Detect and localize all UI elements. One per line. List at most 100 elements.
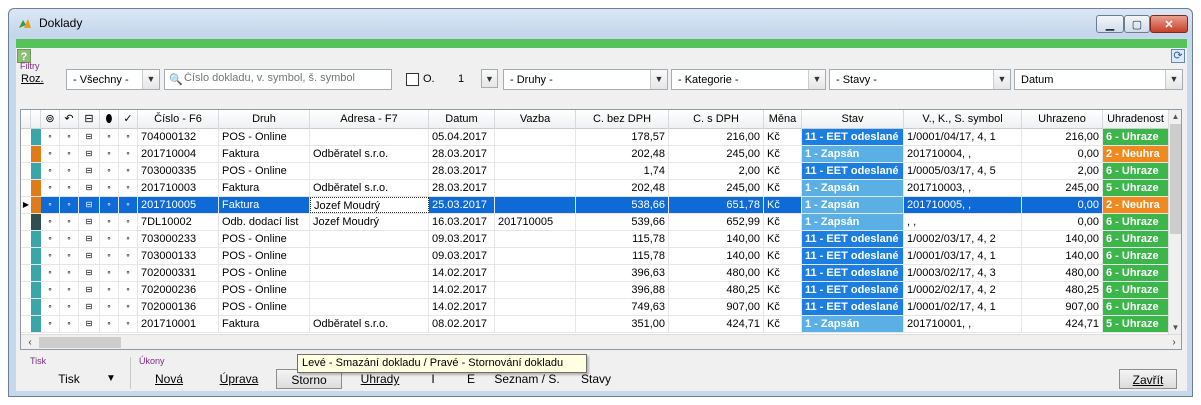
- cell-adresa[interactable]: [310, 282, 429, 298]
- cell-mena[interactable]: Kč: [764, 214, 802, 230]
- cell-adresa[interactable]: [310, 248, 429, 264]
- cell-stav[interactable]: 11 - EET odeslané: [802, 265, 904, 281]
- cell-cislo[interactable]: 201710004: [138, 146, 219, 162]
- cell-s[interactable]: 140,00: [669, 231, 764, 247]
- cell-symbol[interactable]: 1/0001/02/17, 4, 1: [904, 299, 1022, 315]
- cell-adresa[interactable]: [310, 231, 429, 247]
- row-marker-icon[interactable]: ∘: [100, 214, 119, 230]
- table-row[interactable]: ∘ ∘ ⊟ ∘ ∘ 702000236 POS - Online 14.02.2017 396,…: [21, 282, 1169, 299]
- cell-adresa[interactable]: [310, 163, 429, 179]
- row-marker-icon[interactable]: ⊟: [79, 282, 100, 298]
- cell-s[interactable]: 2,00: [669, 163, 764, 179]
- cell-druh[interactable]: POS - Online: [219, 248, 310, 264]
- cell-cislo[interactable]: 201710001: [138, 316, 219, 332]
- horizontal-scroll-thumb[interactable]: [39, 337, 121, 348]
- tisk-dropdown-icon[interactable]: ▼: [104, 369, 118, 389]
- cell-datum[interactable]: 14.02.2017: [429, 299, 495, 315]
- column-vazba[interactable]: Vazba: [495, 110, 576, 129]
- cell-vazba[interactable]: [495, 129, 576, 145]
- cell-druh[interactable]: Odb. dodací list: [219, 214, 310, 230]
- column-mena[interactable]: Měna: [764, 110, 802, 129]
- table-row[interactable]: ▶ ∘ ∘ ⊟ ∘ ∘ 201710005 Faktura Jozef Moudrý 25.03.…: [21, 197, 1169, 214]
- minimize-button[interactable]: ▁: [1096, 15, 1124, 33]
- row-marker-icon[interactable]: ∘: [41, 180, 60, 196]
- row-marker-icon[interactable]: ∘: [60, 316, 79, 332]
- column-bez-dph[interactable]: C. bez DPH: [576, 110, 669, 129]
- cell-vazba[interactable]: [495, 316, 576, 332]
- row-marker-icon[interactable]: ∘: [100, 299, 119, 315]
- column-stav[interactable]: Stav: [802, 110, 904, 129]
- cell-druh[interactable]: Faktura: [219, 146, 310, 162]
- cell-datum[interactable]: 25.03.2017: [429, 197, 495, 213]
- cell-stav[interactable]: 1 - Zapsán: [802, 197, 904, 213]
- cell-bez[interactable]: 115,78: [576, 248, 669, 264]
- cell-s[interactable]: 245,00: [669, 146, 764, 162]
- scroll-up-icon[interactable]: ▲: [1169, 110, 1181, 124]
- cell-uhradenost[interactable]: 6 - Uhraze: [1103, 299, 1169, 315]
- cell-mena[interactable]: Kč: [764, 197, 802, 213]
- cell-bez[interactable]: 539,66: [576, 214, 669, 230]
- cell-uhradenost[interactable]: 2 - Neuhra: [1103, 197, 1169, 213]
- row-marker-icon[interactable]: ∘: [100, 180, 119, 196]
- cell-uhrazeno[interactable]: 245,00: [1022, 180, 1103, 196]
- row-marker-icon[interactable]: ∘: [60, 282, 79, 298]
- cell-adresa[interactable]: [310, 129, 429, 145]
- cell-druh[interactable]: Faktura: [219, 316, 310, 332]
- cell-uhradenost[interactable]: 6 - Uhraze: [1103, 129, 1169, 145]
- row-marker-icon[interactable]: ∘: [100, 282, 119, 298]
- cell-symbol[interactable]: 1/0005/03/17, 4, 5: [904, 163, 1022, 179]
- table-row[interactable]: ∘ ∘ ⊟ ∘ ∘ 201710001 Faktura Odběratel s.r.o. 08.…: [21, 316, 1169, 333]
- column-druh[interactable]: Druh: [219, 110, 310, 129]
- cell-stav[interactable]: 1 - Zapsán: [802, 180, 904, 196]
- row-marker-icon[interactable]: ∘: [119, 248, 138, 264]
- cell-druh[interactable]: Faktura: [219, 180, 310, 196]
- column-s-dph[interactable]: C. s DPH: [669, 110, 764, 129]
- cell-cislo[interactable]: 201710003: [138, 180, 219, 196]
- cell-bez[interactable]: 202,48: [576, 146, 669, 162]
- cell-bez[interactable]: 351,00: [576, 316, 669, 332]
- cell-symbol[interactable]: 201710001, ,: [904, 316, 1022, 332]
- row-marker-icon[interactable]: ∘: [41, 316, 60, 332]
- cell-symbol[interactable]: 201710003, ,: [904, 180, 1022, 196]
- row-marker-icon[interactable]: ⊟: [79, 248, 100, 264]
- row-marker-icon[interactable]: ⊟: [79, 265, 100, 281]
- cell-cislo[interactable]: 201710005: [138, 197, 219, 213]
- cell-datum[interactable]: 05.04.2017: [429, 129, 495, 145]
- cell-cislo[interactable]: 702000236: [138, 282, 219, 298]
- cell-datum[interactable]: 28.03.2017: [429, 180, 495, 196]
- row-marker-icon[interactable]: ∘: [41, 248, 60, 264]
- cell-stav[interactable]: 1 - Zapsán: [802, 146, 904, 162]
- cell-s[interactable]: 907,00: [669, 299, 764, 315]
- cell-vazba[interactable]: [495, 146, 576, 162]
- cell-s[interactable]: 480,25: [669, 282, 764, 298]
- row-marker-icon[interactable]: ∘: [41, 282, 60, 298]
- stavy-select[interactable]: - Stavy - ▼: [829, 69, 1011, 90]
- table-row[interactable]: ∘ ∘ ⊟ ∘ ∘ 702000136 POS - Online 14.02.2017 749,…: [21, 299, 1169, 316]
- table-row[interactable]: ∘ ∘ ⊟ ∘ ∘ 702000331 POS - Online 14.02.2017 396,…: [21, 265, 1169, 282]
- row-marker-icon[interactable]: ⊟: [79, 163, 100, 179]
- row-marker-icon[interactable]: ∘: [41, 231, 60, 247]
- row-marker-icon[interactable]: ∘: [41, 265, 60, 281]
- cell-uhrazeno[interactable]: 0,00: [1022, 146, 1103, 162]
- cell-datum[interactable]: 09.03.2017: [429, 231, 495, 247]
- cell-uhradenost[interactable]: 6 - Uhraze: [1103, 248, 1169, 264]
- cell-vazba[interactable]: [495, 282, 576, 298]
- cell-s[interactable]: 424,71: [669, 316, 764, 332]
- row-marker-icon[interactable]: ∘: [41, 214, 60, 230]
- row-marker-icon[interactable]: ∘: [119, 146, 138, 162]
- cell-s[interactable]: 245,00: [669, 180, 764, 196]
- search-box[interactable]: 🔍: [164, 69, 392, 90]
- cell-uhradenost[interactable]: 6 - Uhraze: [1103, 163, 1169, 179]
- row-marker-icon[interactable]: ∘: [119, 282, 138, 298]
- scroll-right-icon[interactable]: ›: [1167, 335, 1181, 349]
- cell-uhradenost[interactable]: 5 - Uhraze: [1103, 180, 1169, 196]
- cell-uhradenost[interactable]: 2 - Neuhra: [1103, 146, 1169, 162]
- cell-symbol[interactable]: 201710004, ,: [904, 146, 1022, 162]
- cell-uhrazeno[interactable]: 0,00: [1022, 197, 1103, 213]
- cell-adresa[interactable]: Odběratel s.r.o.: [310, 316, 429, 332]
- cell-symbol[interactable]: 1/0001/04/17, 4, 1: [904, 129, 1022, 145]
- row-marker-icon[interactable]: ∘: [100, 163, 119, 179]
- number-select[interactable]: 1 ▼: [452, 69, 498, 90]
- cell-stav[interactable]: 11 - EET odeslané: [802, 231, 904, 247]
- cash-register-icon[interactable]: ⊟: [79, 110, 100, 129]
